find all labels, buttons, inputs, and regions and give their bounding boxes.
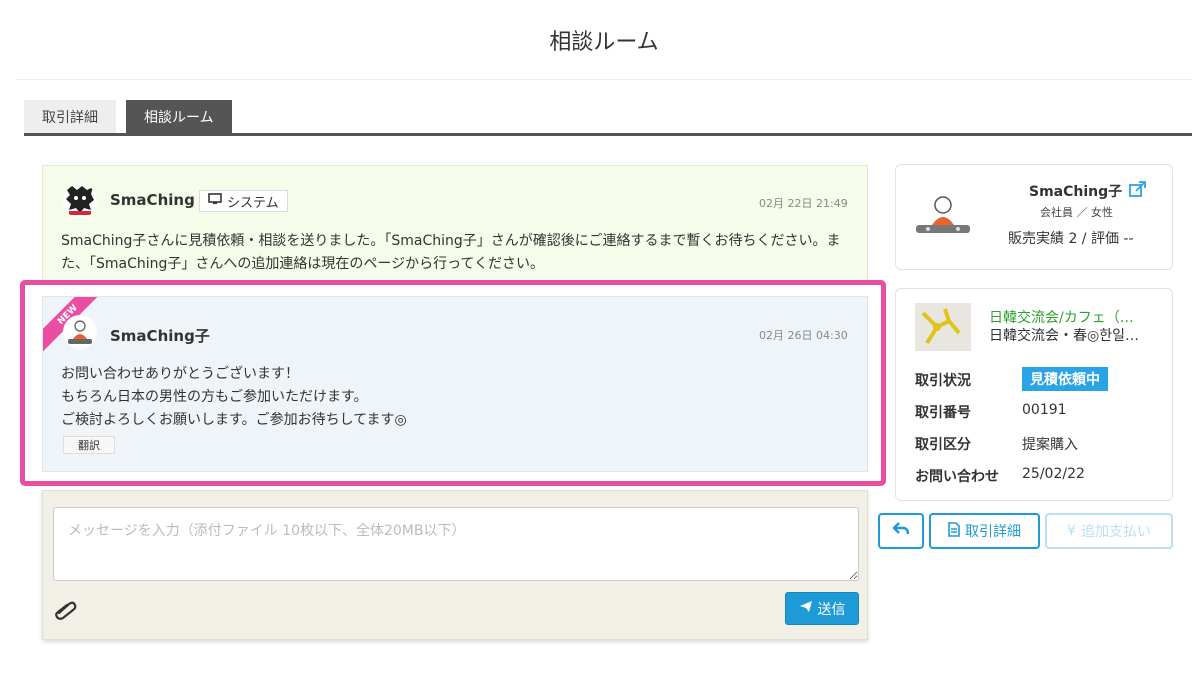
deal-info-card: 日韓交流会/カフェ（… 日韓交流会・春◎한일… 取引状況 見積依頼中 取引番号 … (895, 288, 1173, 501)
deal-number-label: 取引番号 (915, 405, 971, 421)
monitor-icon (208, 193, 222, 209)
event-subtitle: 日韓交流会・春◎한일… (989, 328, 1139, 344)
back-button[interactable] (878, 513, 924, 549)
system-badge-label: システム (227, 195, 279, 211)
system-message: SmaChing システム 02月 22日 21:49 SmaChing子さんに… (42, 165, 868, 283)
send-button[interactable]: 送信 (785, 592, 859, 625)
seller-name: SmaChing子 (1029, 184, 1123, 200)
tab-divider (24, 133, 1192, 136)
paper-plane-icon (799, 600, 813, 617)
deal-type-label: 取引区分 (915, 437, 971, 453)
message-line: お問い合わせありがとうございます！ (61, 366, 299, 382)
send-button-label: 送信 (817, 601, 846, 618)
extra-payment-button-label: 追加支払い (1080, 524, 1151, 540)
external-link-icon[interactable] (1128, 180, 1148, 198)
seller-profile-card: SmaChing子 会社員 ／ 女性 販売実績 2 / 評価 -- (895, 164, 1173, 270)
sender-name: SmaChing (110, 191, 195, 209)
message-time: 02月 26日 04:30 (759, 329, 848, 342)
status-label: 取引状況 (915, 373, 971, 389)
message-line: もちろん日本の男性の方もご参加いただけます。 (61, 389, 368, 405)
deal-number-value: 00191 (1022, 402, 1067, 418)
message-input[interactable] (53, 507, 859, 581)
message-body: SmaChing子さんに見積依頼・相談を送りました。「SmaChing子」さんが… (61, 233, 841, 272)
deal-detail-button[interactable]: 取引詳細 (929, 513, 1040, 549)
inquiry-date-value: 25/02/22 (1022, 466, 1085, 482)
event-thumbnail[interactable] (915, 303, 971, 351)
paperclip-icon[interactable] (53, 598, 77, 620)
event-title-link[interactable]: 日韓交流会/カフェ（… (989, 307, 1159, 327)
reply-message: NEW SmaChing子 02月 26日 04:30 お問い合わせありがとうご… (42, 296, 868, 472)
seller-sales-rating: 販売実績 2 / 評価 -- (1008, 231, 1134, 247)
smaching-logo-avatar (63, 184, 97, 218)
document-icon (948, 521, 960, 541)
system-badge: システム (199, 190, 288, 212)
yen-icon: ¥ (1067, 523, 1076, 539)
status-badge: 見積依頼中 (1022, 367, 1108, 391)
translate-button[interactable]: 翻訳 (63, 436, 115, 454)
seller-avatar (912, 187, 974, 249)
user-avatar (63, 315, 97, 349)
tab-bar: 取引詳細 相談ルーム (24, 100, 242, 134)
seller-occupation: 会社員 ／ 女性 (1040, 206, 1113, 219)
tab-consultation-room[interactable]: 相談ルーム (126, 100, 232, 134)
tab-deal-details[interactable]: 取引詳細 (24, 100, 116, 134)
extra-payment-button[interactable]: ¥ 追加支払い (1045, 513, 1173, 549)
page-header: 相談ルーム (16, 0, 1192, 80)
deal-type-value: 提案購入 (1022, 437, 1078, 453)
message-composer: 送信 (42, 490, 868, 640)
message-line: ご検討よろしくお願いします。ご参加お待ちしてます◎ (61, 412, 407, 428)
message-time: 02月 22日 21:49 (759, 197, 848, 210)
reply-arrow-icon (892, 522, 910, 540)
deal-detail-button-label: 取引詳細 (965, 524, 1021, 540)
sender-name: SmaChing子 (110, 327, 210, 345)
inquiry-date-label: お問い合わせ (915, 469, 999, 485)
page-title: 相談ルーム (549, 29, 659, 55)
